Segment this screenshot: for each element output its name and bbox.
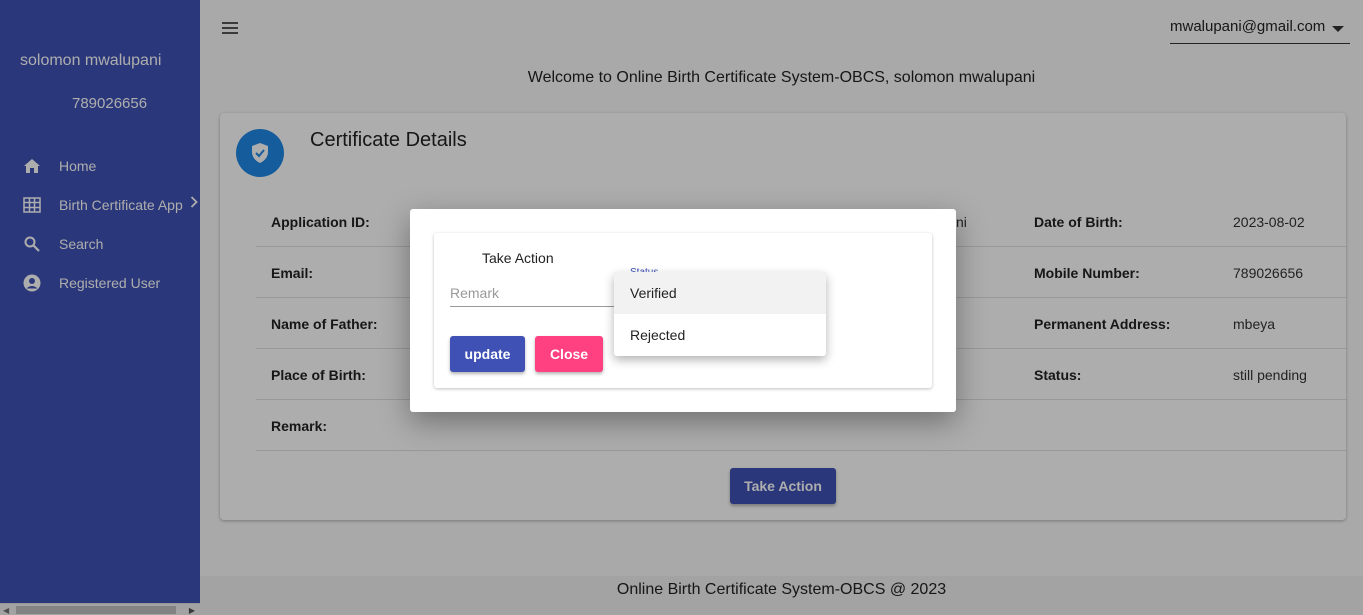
status-dropdown-menu: Verified Rejected — [614, 272, 826, 356]
dialog-title: Take Action — [482, 250, 554, 266]
status-option-verified[interactable]: Verified — [614, 272, 826, 314]
update-button[interactable]: update — [450, 336, 525, 372]
remark-input[interactable]: Remark — [450, 283, 620, 307]
close-button[interactable]: Close — [535, 336, 603, 372]
status-option-rejected[interactable]: Rejected — [614, 314, 826, 356]
